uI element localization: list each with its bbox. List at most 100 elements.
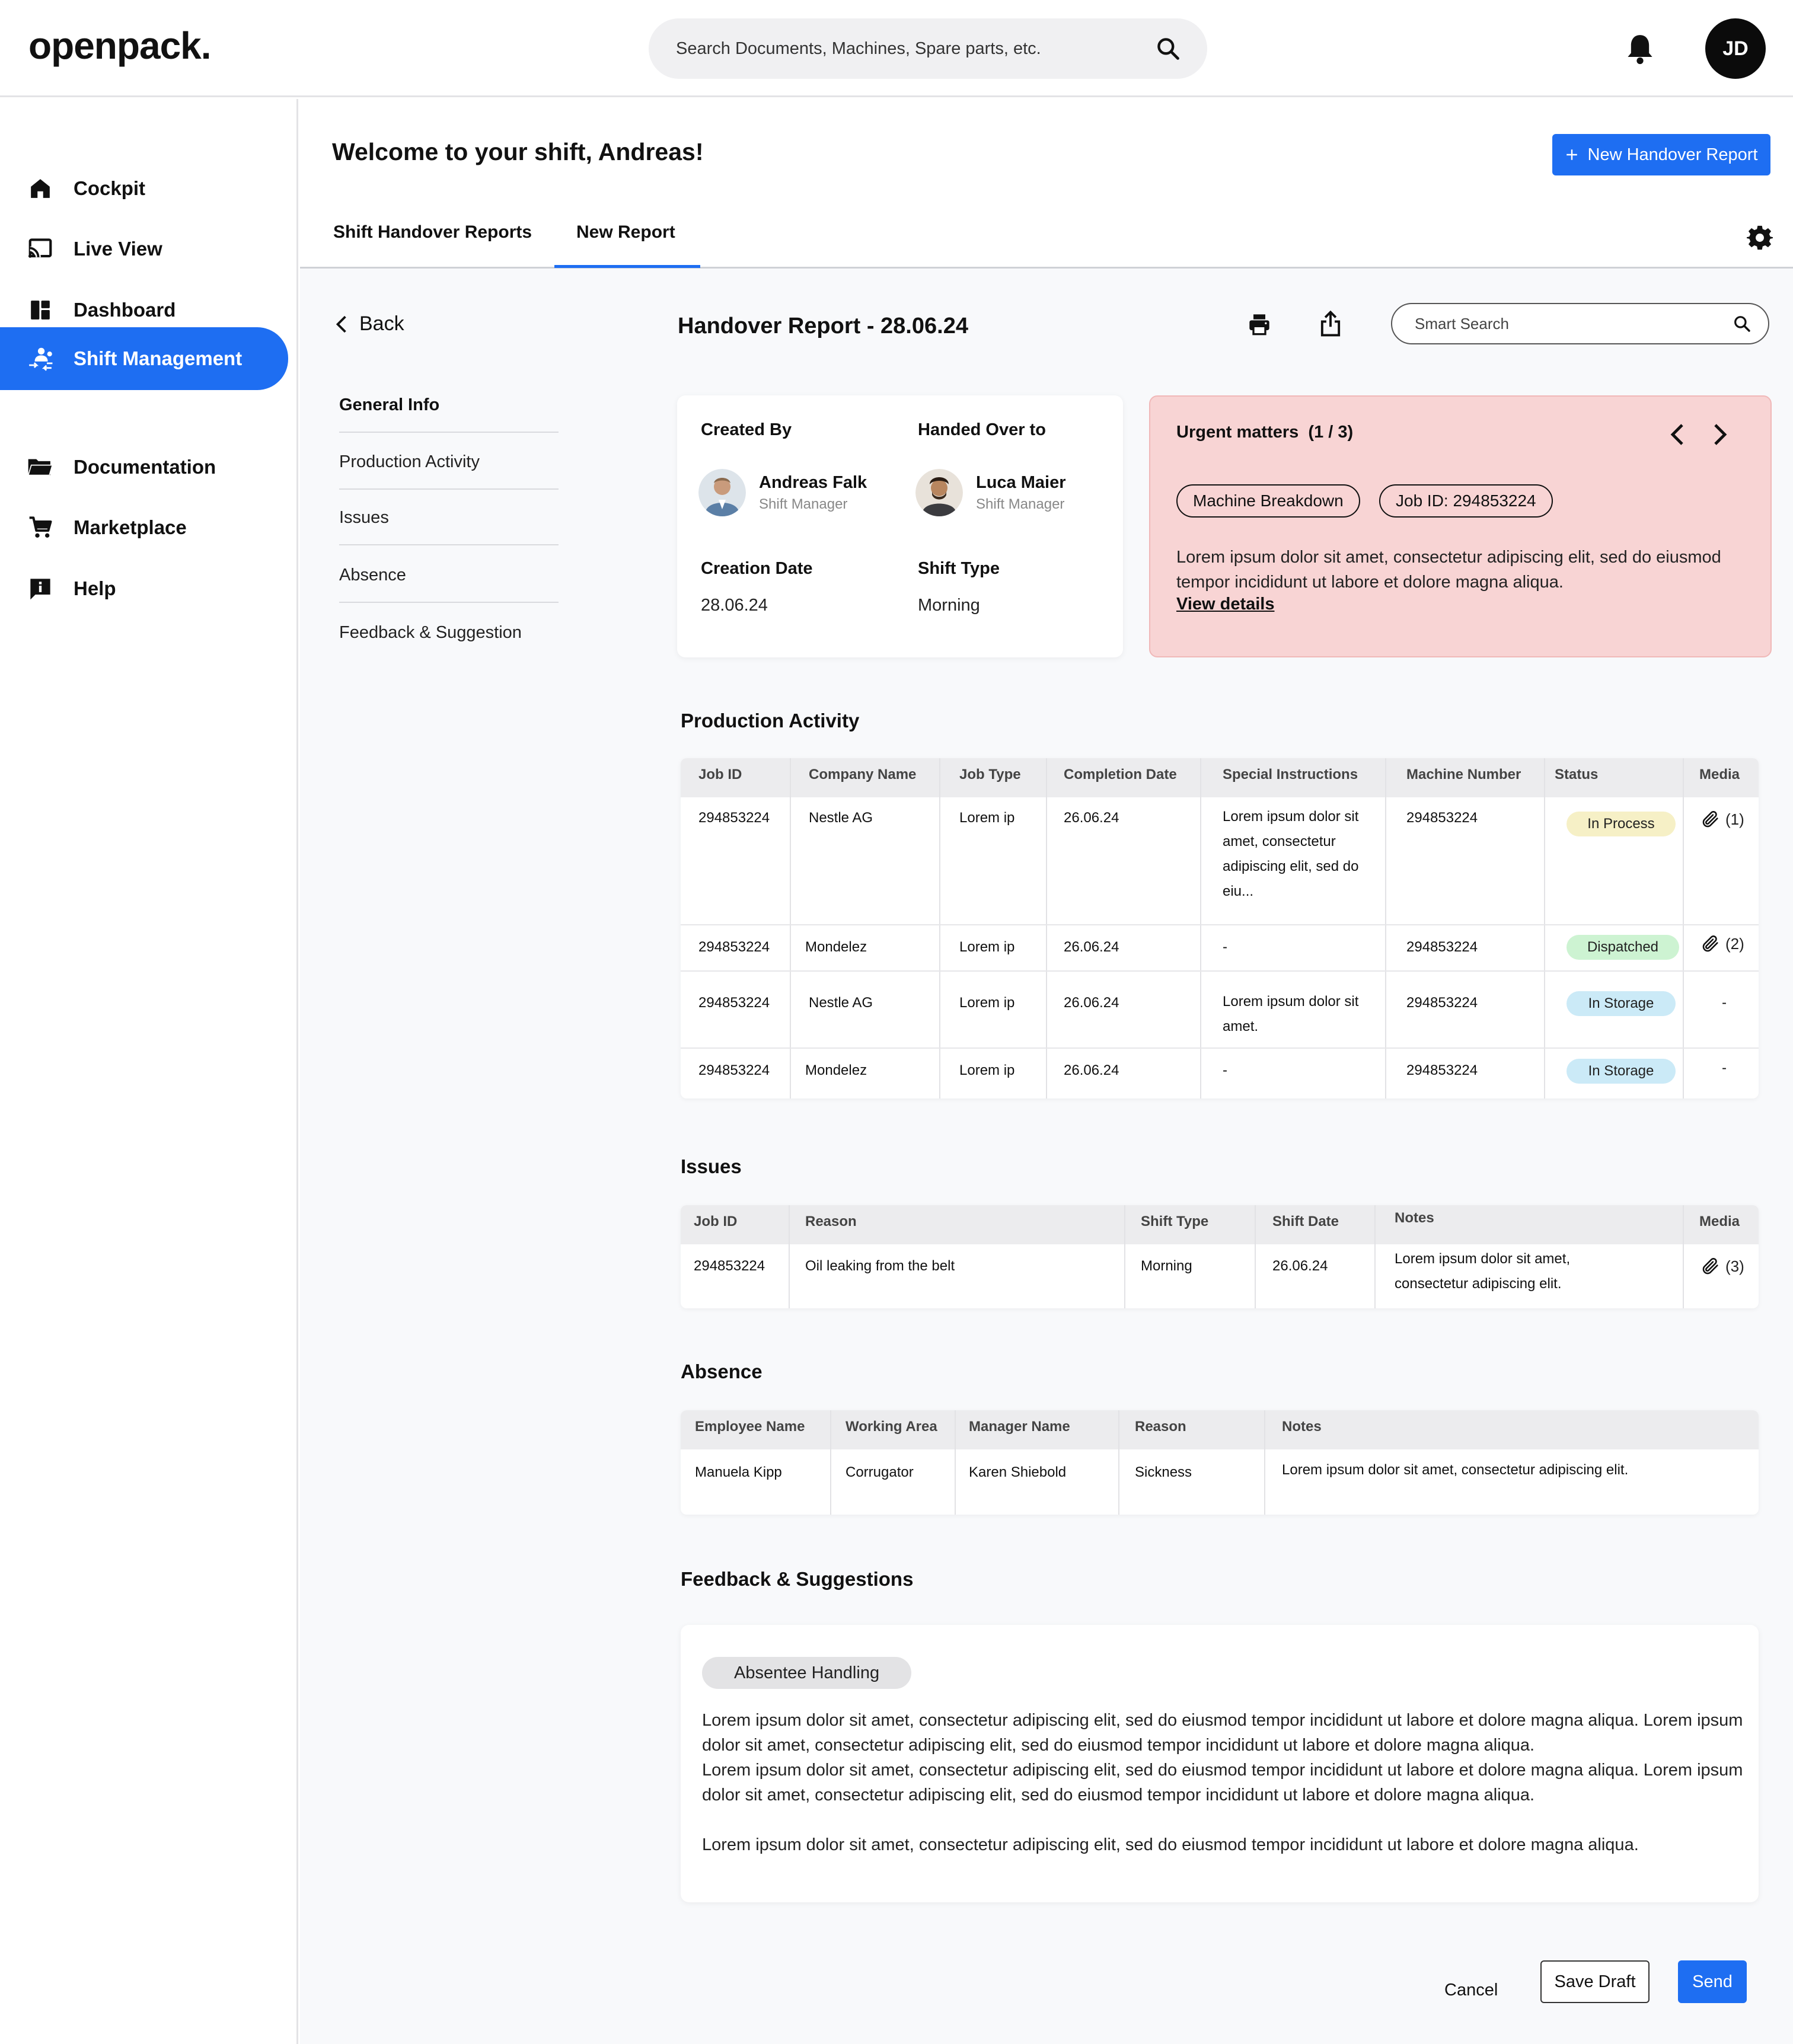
paperclip-icon xyxy=(1702,935,1718,952)
column-header: Working Area xyxy=(846,1419,937,1435)
section-nav-absence[interactable]: Absence xyxy=(339,566,559,603)
completion-date-cell: 26.06.24 xyxy=(1064,939,1119,955)
sidebar-item-label: Dashboard xyxy=(74,299,176,321)
notes-cell: Lorem ipsum dolor sit amet, consectetur … xyxy=(1395,1251,1571,1292)
help-icon xyxy=(27,576,53,602)
home-icon xyxy=(27,175,53,202)
media-count: (2) xyxy=(1725,934,1744,953)
row-divider xyxy=(681,1047,1759,1049)
back-button[interactable]: Back xyxy=(336,312,404,336)
column-divider xyxy=(1683,1205,1684,1308)
production-activity-title: Production Activity xyxy=(681,710,860,732)
manager-name-cell: Karen Shiebold xyxy=(969,1464,1067,1480)
job-type-cell: Lorem ip xyxy=(959,810,1015,826)
status-badge: Dispatched xyxy=(1567,935,1679,960)
created-by-label: Created By xyxy=(701,420,792,439)
column-header: Special Instructions xyxy=(1223,766,1358,783)
feedback-paragraph: Lorem ipsum dolor sit amet, consectetur … xyxy=(702,1761,1743,1805)
urgent-matters-card: Urgent matters (1 / 3) Machine Breakdown… xyxy=(1149,395,1772,657)
media-attachment[interactable]: (3) xyxy=(1701,1256,1744,1276)
urgent-tag[interactable]: Machine Breakdown xyxy=(1176,484,1360,518)
sidebar: Cockpit Live View Dashboard Shift Manage… xyxy=(0,99,298,2044)
job-type-cell: Lorem ip xyxy=(959,995,1015,1011)
print-icon[interactable] xyxy=(1248,312,1271,336)
chevron-right-icon[interactable] xyxy=(1711,423,1729,446)
media-count: (1) xyxy=(1725,810,1744,828)
media-cell: - xyxy=(1722,1060,1727,1076)
tab-new-report[interactable]: New Report xyxy=(576,222,675,242)
column-header: Manager Name xyxy=(969,1419,1070,1435)
reason-cell: Oil leaking from the belt xyxy=(805,1258,955,1274)
creator-name: Andreas Falk xyxy=(759,472,867,492)
share-icon[interactable] xyxy=(1319,310,1342,337)
feedback-card: Absentee Handling Lorem ipsum dolor sit … xyxy=(681,1625,1759,1902)
sidebar-item-label: Help xyxy=(74,577,116,599)
chevron-left-icon[interactable] xyxy=(1668,423,1686,446)
instructions-cell: - xyxy=(1223,1062,1227,1078)
column-header: Shift Type xyxy=(1141,1213,1209,1229)
send-button[interactable]: Send xyxy=(1678,1960,1747,2003)
column-header: Job ID xyxy=(694,1213,738,1229)
search-icon[interactable] xyxy=(1733,314,1751,333)
employee-name-cell: Manuela Kipp xyxy=(695,1464,782,1480)
section-nav-production-activity[interactable]: Production Activity xyxy=(339,452,559,490)
sidebar-item-live-view[interactable]: Live View xyxy=(0,218,288,280)
sidebar-item-help[interactable]: Help xyxy=(0,558,288,619)
section-nav-general-info[interactable]: General Info xyxy=(339,395,559,433)
column-divider xyxy=(830,1410,831,1515)
smart-search-input[interactable]: Smart Search xyxy=(1391,303,1769,344)
creator-role: Shift Manager xyxy=(759,496,848,512)
feedback-title: Feedback & Suggestions xyxy=(681,1568,914,1590)
absence-table: Employee Name Working Area Manager Name … xyxy=(681,1410,1759,1515)
sidebar-item-cockpit[interactable]: Cockpit xyxy=(0,158,288,219)
settings-gear-icon[interactable] xyxy=(1747,225,1773,251)
sidebar-item-shift-management[interactable]: Shift Management xyxy=(0,327,288,390)
row-divider xyxy=(681,970,1759,972)
urgent-tag[interactable]: Job ID: 294853224 xyxy=(1379,484,1553,518)
active-tab-indicator xyxy=(554,265,700,268)
plus-icon xyxy=(1566,149,1577,160)
job-id-cell: 294853224 xyxy=(694,1258,765,1274)
issues-table: Job ID Reason Shift Type Shift Date Note… xyxy=(681,1205,1759,1308)
status-badge: In Storage xyxy=(1567,1059,1676,1084)
general-info-card: Created By Handed Over to Andreas Falk S… xyxy=(677,395,1123,657)
column-divider xyxy=(1264,1410,1265,1515)
main-content: Welcome to your shift, Andreas! New Hand… xyxy=(300,99,1793,2044)
row-divider xyxy=(681,924,1759,925)
view-details-link[interactable]: View details xyxy=(1176,595,1275,614)
tab-shift-handover-reports[interactable]: Shift Handover Reports xyxy=(333,222,532,242)
media-attachment[interactable]: (1) xyxy=(1701,809,1744,829)
cart-icon xyxy=(27,515,53,541)
cancel-button[interactable]: Cancel xyxy=(1444,1981,1498,2000)
sidebar-item-marketplace[interactable]: Marketplace xyxy=(0,497,288,558)
company-cell: Mondelez xyxy=(805,939,867,955)
app-logo[interactable]: openpack. xyxy=(28,24,212,68)
feedback-tag[interactable]: Absentee Handling xyxy=(702,1657,912,1689)
column-header: Employee Name xyxy=(695,1419,805,1435)
user-avatar[interactable]: JD xyxy=(1705,18,1766,79)
search-icon[interactable] xyxy=(1155,36,1181,62)
working-area-cell: Corrugator xyxy=(846,1464,914,1480)
status-badge: In Process xyxy=(1567,812,1676,836)
global-search-input[interactable]: Search Documents, Machines, Spare parts,… xyxy=(649,18,1207,79)
receiver-role: Shift Manager xyxy=(976,496,1065,512)
save-draft-button[interactable]: Save Draft xyxy=(1540,1960,1650,2003)
completion-date-cell: 26.06.24 xyxy=(1064,1062,1119,1078)
creator-avatar xyxy=(698,469,746,516)
section-nav-issues[interactable]: Issues xyxy=(339,508,559,545)
new-handover-report-button[interactable]: New Handover Report xyxy=(1552,134,1770,175)
absence-title: Absence xyxy=(681,1360,762,1382)
section-nav-feedback[interactable]: Feedback & Suggestion xyxy=(339,623,559,659)
paperclip-icon xyxy=(1702,811,1718,828)
notification-bell-icon[interactable] xyxy=(1625,32,1655,66)
production-activity-table: Job ID Company Name Job Type Completion … xyxy=(681,758,1759,1098)
back-label: Back xyxy=(359,312,404,335)
column-header: Machine Number xyxy=(1406,766,1521,783)
column-header: Job ID xyxy=(698,766,742,783)
smart-search-placeholder: Smart Search xyxy=(1415,314,1509,333)
creator-profile: Andreas Falk Shift Manager xyxy=(698,469,867,516)
sidebar-item-label: Shift Management xyxy=(74,347,243,369)
media-attachment[interactable]: (2) xyxy=(1701,934,1744,954)
sidebar-item-documentation[interactable]: Documentation xyxy=(0,436,288,498)
column-header: Reason xyxy=(805,1213,857,1229)
